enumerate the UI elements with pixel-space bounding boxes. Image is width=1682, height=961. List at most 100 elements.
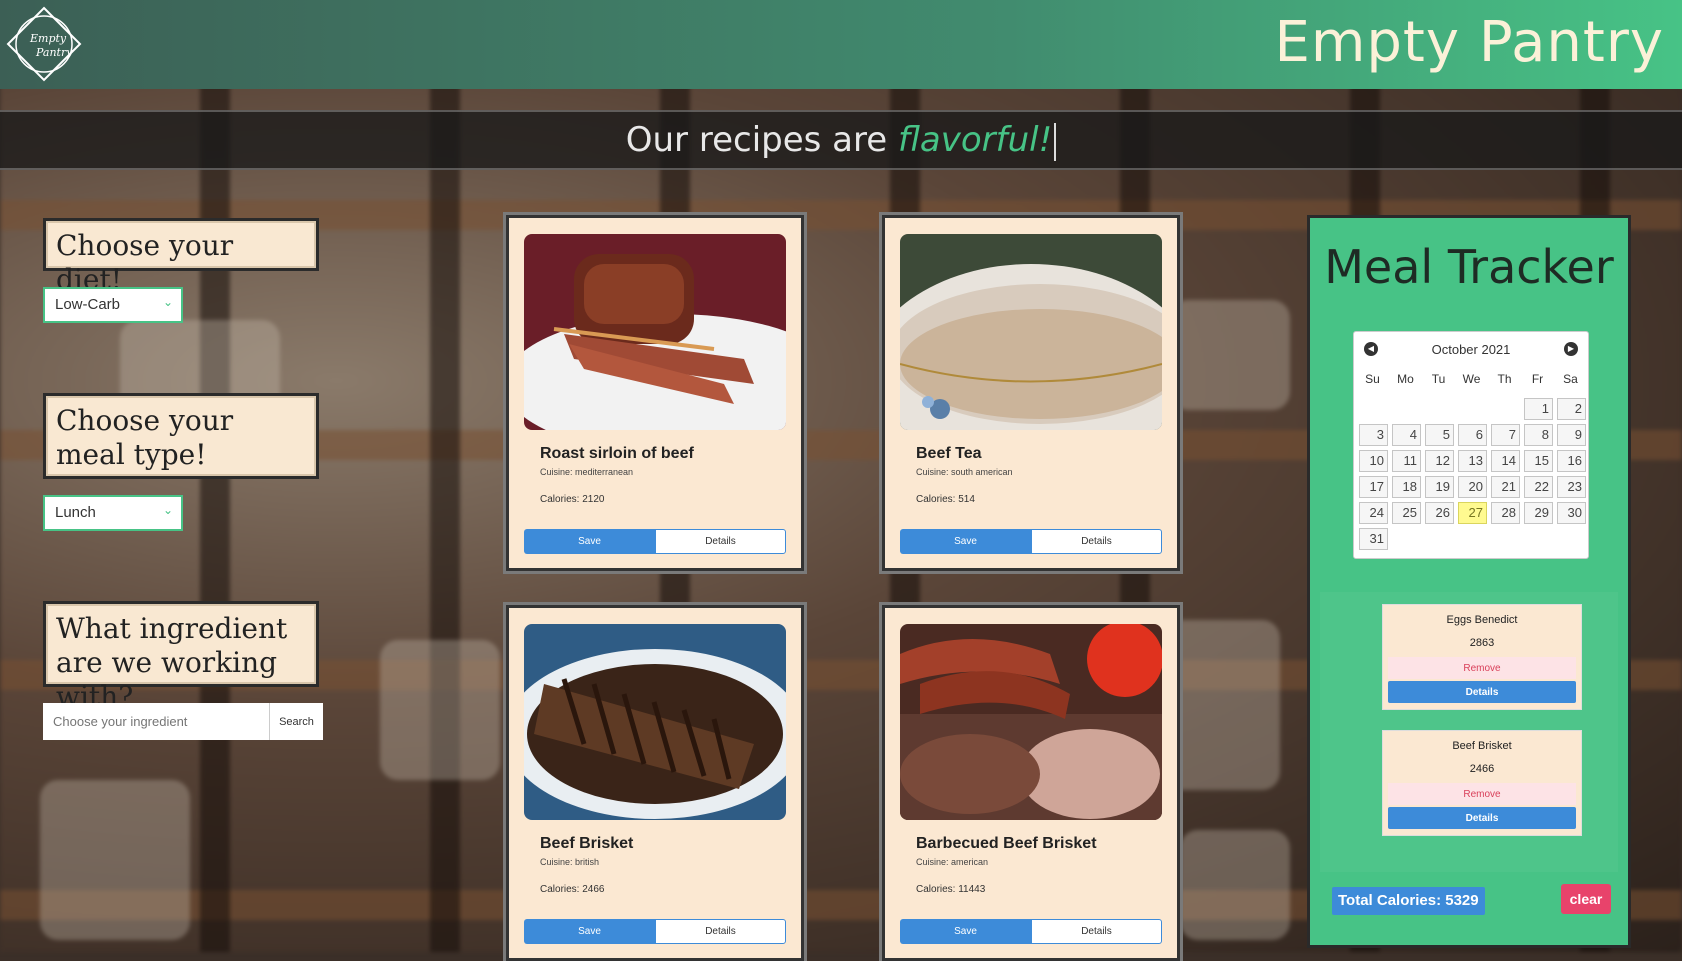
calendar-day[interactable]: 13	[1458, 450, 1487, 472]
barbecued-brisket-image	[900, 624, 1162, 820]
meal-type-select[interactable]: Lunch ⌄	[43, 495, 183, 531]
recipe-title: Barbecued Beef Brisket	[916, 835, 1097, 852]
logo-text-2: Pantry	[35, 46, 73, 59]
calendar-day[interactable]: 29	[1524, 502, 1553, 524]
meal-type-heading: Choose your meal type!	[43, 393, 319, 479]
calendar-day[interactable]: 25	[1392, 502, 1421, 524]
calendar-day[interactable]: 31	[1359, 528, 1388, 550]
remove-button[interactable]: Remove	[1388, 783, 1576, 805]
recipe-cuisine: Cuisine: american	[916, 857, 989, 867]
recipe-cuisine: Cuisine: british	[540, 857, 600, 867]
calendar-day[interactable]: 17	[1359, 476, 1388, 498]
site-header: Empty Pantry Empty Pantry	[0, 0, 1682, 89]
calendar-day[interactable]: 24	[1359, 502, 1388, 524]
recipe-calories: Calories: 2466	[540, 884, 605, 895]
typing-cursor	[1054, 122, 1057, 161]
weekday-label: Sa	[1563, 372, 1578, 386]
calendar-day[interactable]: 20	[1458, 476, 1487, 498]
save-button[interactable]: Save	[524, 919, 655, 944]
details-button[interactable]: Details	[1031, 919, 1162, 944]
meal-tracker-title: Meal Tracker	[1324, 240, 1614, 294]
calendar-day[interactable]: 12	[1425, 450, 1454, 472]
calendar-day[interactable]: 2	[1557, 398, 1586, 420]
tagline-accent: flavorful!	[897, 120, 1053, 160]
calendar-day[interactable]: 11	[1392, 450, 1421, 472]
recipe-calories: Calories: 11443	[916, 884, 986, 895]
saved-meals-area: Eggs Benedict 2863 Remove Details Beef B…	[1320, 592, 1618, 872]
total-calories-badge: Total Calories: 5329	[1332, 887, 1485, 915]
ingredient-heading: What ingredient are we working with?	[43, 601, 319, 713]
beef-brisket-image	[524, 624, 786, 820]
recipe-title: Beef Brisket	[540, 835, 634, 852]
save-button[interactable]: Save	[900, 529, 1031, 554]
saved-meal-card: Beef Brisket 2466 Remove Details	[1382, 730, 1582, 836]
save-button[interactable]: Save	[524, 529, 655, 554]
calendar-day[interactable]: 7	[1491, 424, 1520, 446]
weekday-label: Su	[1365, 372, 1380, 386]
calendar-day[interactable]: 16	[1557, 450, 1586, 472]
roast-beef-image	[524, 234, 786, 430]
tagline-banner: Our recipes are flavorful!	[0, 110, 1682, 170]
diet-heading: Choose your diet!	[43, 218, 319, 296]
calendar-day[interactable]: 6	[1458, 424, 1487, 446]
weekday-label: Fr	[1531, 372, 1544, 386]
remove-button[interactable]: Remove	[1388, 657, 1576, 679]
saved-meal-calories: 2466	[1469, 763, 1495, 775]
weekday-label: Th	[1497, 372, 1512, 386]
saved-meal-name: Beef Brisket	[1452, 740, 1512, 752]
calendar-day[interactable]: 15	[1524, 450, 1553, 472]
recipe-title: Beef Tea	[916, 445, 982, 462]
calendar-day[interactable]: 5	[1425, 424, 1454, 446]
search-button[interactable]: Search	[269, 703, 323, 740]
calendar-day[interactable]: 4	[1392, 424, 1421, 446]
calendar-day[interactable]: 22	[1524, 476, 1553, 498]
details-button[interactable]: Details	[1388, 807, 1576, 829]
calendar-day[interactable]: 23	[1557, 476, 1586, 498]
recipe-title: Roast sirloin of beef	[540, 445, 694, 462]
logo[interactable]: Empty Pantry	[6, 6, 82, 82]
calendar-day[interactable]: 3	[1359, 424, 1388, 446]
details-button[interactable]: Details	[655, 919, 786, 944]
logo-diamond-icon: Empty Pantry	[6, 6, 82, 82]
tagline-prefix: Our recipes are	[625, 120, 898, 160]
diet-select[interactable]: Low-Carb ⌄	[43, 287, 183, 323]
recipe-calories: Calories: 514	[916, 494, 975, 505]
logo-text-1: Empty	[29, 32, 67, 45]
recipe-cuisine: Cuisine: south american	[916, 467, 1013, 477]
calendar-day[interactable]: 1	[1524, 398, 1553, 420]
calendar-day[interactable]: 18	[1392, 476, 1421, 498]
save-button[interactable]: Save	[900, 919, 1031, 944]
meal-type-select-value: Lunch	[55, 504, 96, 521]
recipe-photo[interactable]	[524, 234, 786, 430]
calendar-day[interactable]: 8	[1524, 424, 1553, 446]
calendar-day[interactable]: 21	[1491, 476, 1520, 498]
weekday-label: We	[1462, 372, 1481, 386]
calendar-day[interactable]: 10	[1359, 450, 1388, 472]
calendar-day[interactable]: 28	[1491, 502, 1520, 524]
chevron-down-icon: ⌄	[162, 503, 173, 517]
calendar-day[interactable]: 30	[1557, 502, 1586, 524]
calendar-day[interactable]: 26	[1425, 502, 1454, 524]
details-button[interactable]: Details	[1031, 529, 1162, 554]
recipe-photo[interactable]	[900, 624, 1162, 820]
calendar-day[interactable]: 19	[1425, 476, 1454, 498]
weekday-label: Mo	[1397, 372, 1414, 386]
next-month-icon[interactable]: ▶	[1564, 342, 1578, 356]
calendar-day-today[interactable]: 27	[1458, 502, 1487, 524]
brand-title: Empty Pantry	[1274, 10, 1664, 75]
recipe-photo[interactable]	[524, 624, 786, 820]
ingredient-input[interactable]	[43, 703, 269, 740]
saved-meal-name: Eggs Benedict	[1446, 614, 1518, 626]
details-button[interactable]: Details	[655, 529, 786, 554]
recipe-card: Beef Tea Cuisine: south american Calorie…	[882, 215, 1180, 571]
details-button[interactable]: Details	[1388, 681, 1576, 703]
saved-meal-card: Eggs Benedict 2863 Remove Details	[1382, 604, 1582, 710]
calendar-day[interactable]: 9	[1557, 424, 1586, 446]
recipe-card: Barbecued Beef Brisket Cuisine: american…	[882, 605, 1180, 961]
recipe-photo[interactable]	[900, 234, 1162, 430]
recipe-cuisine: Cuisine: mediterranean	[540, 467, 634, 477]
chevron-down-icon: ⌄	[162, 295, 173, 309]
calendar-day[interactable]: 14	[1491, 450, 1520, 472]
clear-button[interactable]: clear	[1561, 884, 1611, 914]
weekday-label: Tu	[1431, 372, 1446, 386]
